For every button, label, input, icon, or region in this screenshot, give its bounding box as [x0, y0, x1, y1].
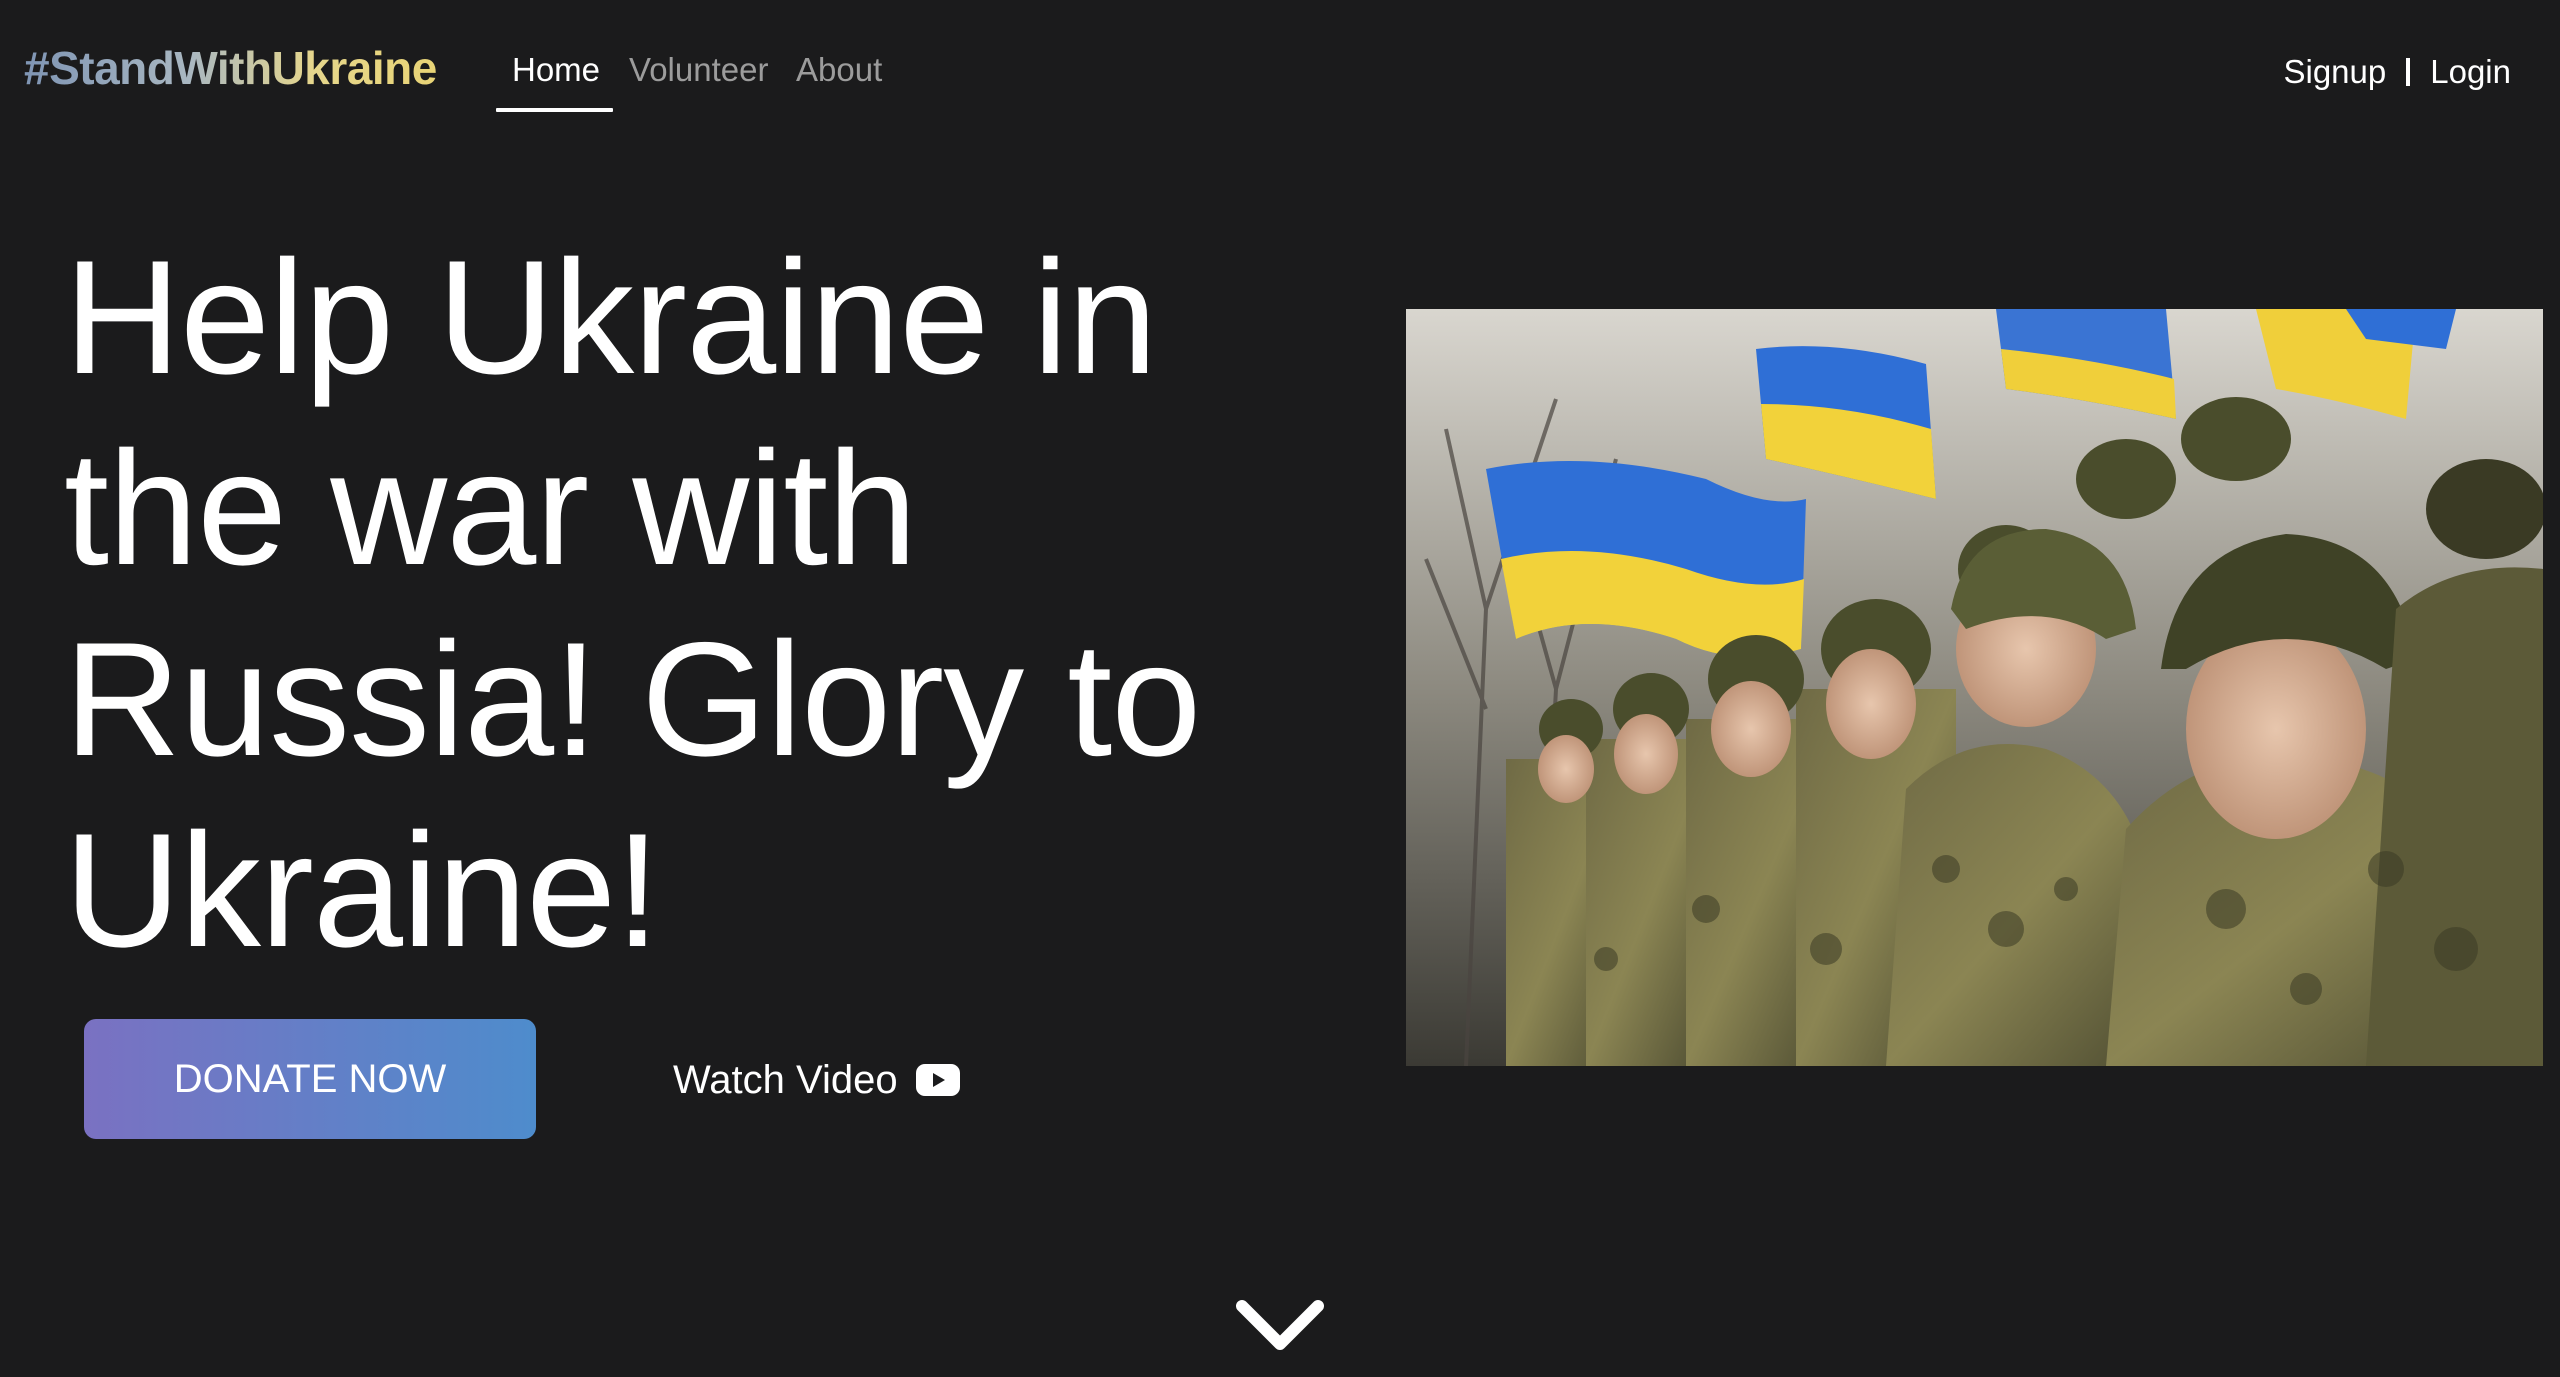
- nav-link-volunteer[interactable]: Volunteer: [629, 48, 768, 92]
- nav-active-indicator: [496, 108, 613, 112]
- donate-now-button[interactable]: DONATE NOW: [84, 1019, 536, 1139]
- signup-link[interactable]: Signup: [2283, 50, 2386, 94]
- watch-video-label: Watch Video: [673, 1057, 898, 1102]
- nav-link-home[interactable]: Home: [512, 48, 600, 92]
- site-logo[interactable]: #StandWithUkraine: [24, 38, 437, 98]
- auth-links: Signup Login: [2283, 50, 2511, 94]
- auth-divider: [2406, 58, 2411, 86]
- play-video-icon: [915, 1064, 960, 1096]
- chevron-down-icon[interactable]: [1234, 1296, 1326, 1356]
- watch-video-link[interactable]: Watch Video: [673, 1052, 960, 1108]
- nav-link-about[interactable]: About: [796, 48, 882, 92]
- hero-photo-soldiers-with-flags: [1406, 309, 2543, 1066]
- hero-headline: Help Ukraine in the war with Russia! Glo…: [64, 227, 1201, 981]
- page: #StandWithUkraine Home Volunteer About S…: [0, 0, 2560, 1377]
- login-link[interactable]: Login: [2430, 50, 2511, 94]
